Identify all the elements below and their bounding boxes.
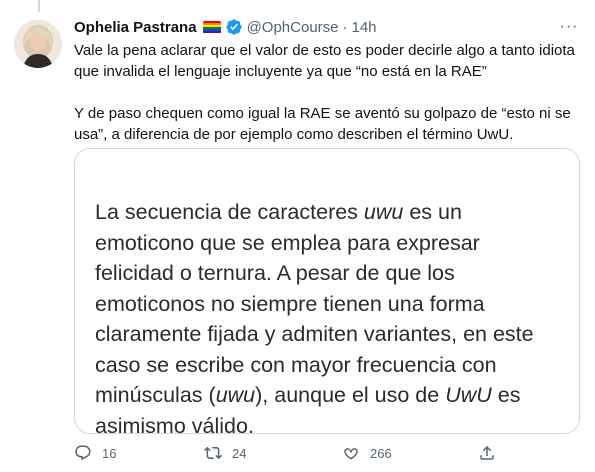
tweet-actions: 16 24 266 bbox=[74, 444, 524, 466]
pride-flag-icon bbox=[202, 20, 221, 34]
like-icon bbox=[344, 448, 358, 460]
tweet-paragraph: Vale la pena aclarar que el valor de est… bbox=[74, 42, 575, 80]
media-text-part: La secuencia de caracteres bbox=[95, 200, 364, 224]
share-button[interactable] bbox=[478, 444, 506, 462]
reply-icon bbox=[75, 445, 91, 461]
separator-dot: · bbox=[342, 18, 348, 36]
share-icon bbox=[480, 445, 494, 460]
tweet-paragraph: Y de paso chequen como igual la RAE se a… bbox=[74, 105, 571, 143]
like-button[interactable]: 266 bbox=[342, 444, 392, 462]
media-text-part: ), aunque el uso de bbox=[255, 383, 446, 407]
timestamp[interactable]: 14h bbox=[352, 19, 377, 36]
media-emphasis: UwU bbox=[445, 383, 492, 407]
author-name[interactable]: Ophelia Pastrana bbox=[74, 19, 197, 36]
retweet-button[interactable]: 24 bbox=[204, 444, 246, 462]
more-icon[interactable]: ··· bbox=[557, 18, 581, 36]
media-emphasis: uwu bbox=[215, 383, 256, 407]
tweet-header: Ophelia Pastrana @OphCourse · 14h ··· bbox=[74, 16, 581, 38]
media-text: La secuencia de caracteres uwu es un emo… bbox=[95, 197, 559, 433]
author-handle[interactable]: @OphCourse bbox=[247, 19, 339, 36]
avatar[interactable] bbox=[14, 20, 62, 68]
reply-button[interactable]: 16 bbox=[74, 444, 116, 462]
tweet-text: Vale la pena aclarar que el valor de est… bbox=[74, 40, 584, 145]
like-count: 266 bbox=[370, 445, 392, 461]
verified-badge-icon bbox=[225, 19, 242, 35]
thread-line bbox=[38, 0, 40, 12]
media-image[interactable]: La secuencia de caracteres uwu es un emo… bbox=[74, 148, 580, 434]
retweet-icon bbox=[204, 446, 222, 460]
reply-count: 16 bbox=[102, 445, 117, 461]
retweet-count: 24 bbox=[232, 445, 247, 461]
media-emphasis: uwu bbox=[363, 200, 404, 224]
media-text-part: es un emoticono que se emplea para expre… bbox=[95, 200, 534, 407]
